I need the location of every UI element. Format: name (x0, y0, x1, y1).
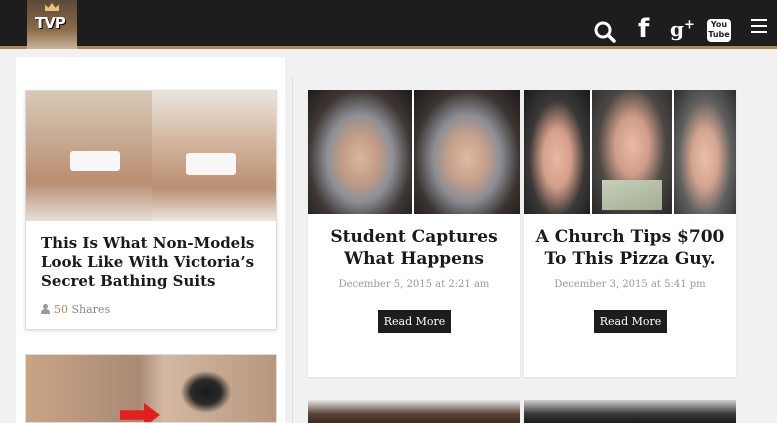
article-card[interactable]: A Church Tips $700 To This Pizza Guy. De… (524, 90, 736, 377)
article-card[interactable] (524, 400, 736, 423)
share-count-label: Shares (71, 303, 111, 316)
menu-icon[interactable] (751, 19, 767, 33)
site-header: TVP f g+ You Tube (0, 0, 777, 49)
read-more-button[interactable]: Read More (594, 310, 667, 333)
article-title[interactable]: Student Captures What Happens (308, 226, 520, 270)
article-date: December 5, 2015 at 2:21 am (338, 279, 490, 290)
crown-icon (45, 3, 59, 11)
article-card[interactable]: Student Captures What Happens December 5… (308, 90, 520, 377)
article-date: December 3, 2015 at 5:41 pm (554, 279, 706, 290)
featured-image-right (152, 91, 276, 221)
share-count-number: 50 (54, 303, 68, 316)
facebook-icon[interactable]: f (638, 14, 649, 44)
article-card[interactable] (308, 400, 520, 423)
featured-article-image[interactable] (26, 91, 276, 221)
featured-image-left (26, 91, 152, 221)
portrait-image (414, 90, 520, 214)
portrait-image (592, 90, 672, 214)
featured-article-title[interactable]: This Is What Non-Models Look Like With V… (41, 234, 266, 291)
user-icon (41, 304, 50, 314)
search-icon[interactable] (594, 21, 616, 43)
red-arrow-icon (120, 403, 160, 422)
youtube-label-top: You (710, 20, 728, 29)
logo-text: TVP (35, 14, 66, 32)
column-divider (292, 78, 293, 423)
portrait-image (674, 90, 736, 214)
article-card-tattoo[interactable] (25, 354, 277, 423)
read-more-button[interactable]: Read More (378, 310, 451, 333)
site-logo[interactable]: TVP (27, 0, 77, 49)
share-count: 50 Shares (41, 303, 110, 316)
portrait-image (308, 90, 412, 214)
google-plus-icon[interactable]: g+ (670, 17, 695, 41)
article-image[interactable] (308, 90, 520, 214)
youtube-label-bottom: Tube (708, 30, 730, 39)
article-image[interactable] (524, 90, 736, 214)
article-title[interactable]: A Church Tips $700 To This Pizza Guy. (524, 226, 736, 270)
featured-article-card[interactable]: This Is What Non-Models Look Like With V… (25, 90, 277, 330)
spider-tattoo-image (176, 367, 236, 417)
portrait-image (524, 90, 590, 214)
youtube-icon[interactable]: You Tube (707, 19, 731, 42)
cash-image (602, 180, 662, 210)
